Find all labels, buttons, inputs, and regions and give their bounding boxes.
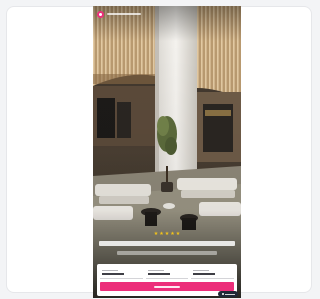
hero-headline [99,239,235,247]
book-now-button-label [154,285,180,288]
hero-subtitle [117,251,217,255]
rating-stars: ★ ★ ★ ★ ★ [93,230,241,238]
star-icon: ★ [175,230,181,237]
mobile-preview: ★ ★ ★ ★ ★ [93,6,241,298]
star-icon: ★ [153,230,159,237]
brand-logo-icon[interactable] [97,10,104,18]
check-out-field[interactable] [145,267,189,279]
book-now-button[interactable] [100,282,234,291]
check-in-field[interactable] [100,267,143,279]
booking-widget [97,264,237,296]
guests-field[interactable] [191,267,235,279]
chat-icon [221,293,224,295]
star-icon: ★ [164,230,170,237]
star-icon: ★ [159,230,164,237]
chat-widget-button[interactable] [218,291,238,297]
brand-name-text [107,13,141,15]
site-header [93,6,241,22]
chat-widget-label [224,293,235,295]
star-icon: ★ [170,230,175,237]
